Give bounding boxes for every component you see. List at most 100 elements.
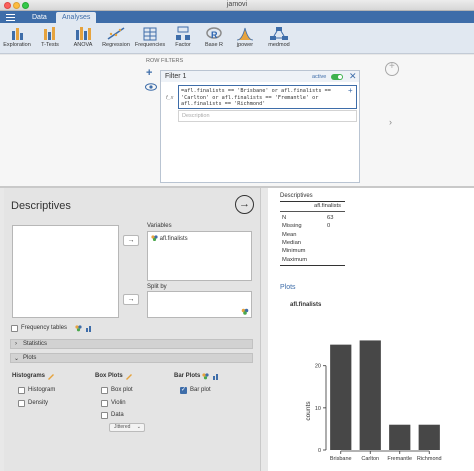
filter-header: Filter 1 active ✕ [161,71,359,82]
bar-plot-label: Bar plot [190,387,211,393]
tab-analyses[interactable]: Analyses [56,12,97,23]
filter-expression-input[interactable]: =afl.finalists == 'Brisbane' or afl.fina… [178,85,357,109]
statistics-section-header[interactable]: › Statistics [10,339,253,349]
density-checkbox[interactable] [18,400,25,407]
filter-title: Filter 1 [165,73,187,80]
anova-button[interactable]: ANOVA [66,25,100,52]
medmod-button[interactable]: medmod [262,25,296,52]
variables-list[interactable]: afl.finalists [147,231,252,281]
analysis-title: Descriptives [11,200,71,212]
variable-type-icon [241,308,249,315]
table-row-label: Missing [282,223,302,230]
violin-checkbox[interactable] [101,400,108,407]
tab-data[interactable]: Data [26,12,53,23]
data-mode-value: Jittered [114,424,131,430]
base-r-button[interactable]: R Base R [197,25,231,52]
exploration-icon [12,28,23,40]
factor-button[interactable]: Factor [166,25,200,52]
active-toggle[interactable] [331,74,343,80]
add-expression-icon[interactable]: + [348,86,353,95]
hamburger-icon [6,14,15,15]
ttests-icon [44,27,55,40]
description-placeholder: Description [182,113,210,119]
close-icon[interactable]: ✕ [349,71,357,82]
variable-item-label: afl.finalists [159,236,188,242]
bar-plot-type-icons [202,373,218,380]
table-row-value: 0 [327,223,331,230]
eye-icon[interactable] [145,83,157,91]
table-row-label: Median [282,239,302,246]
filter-expression-text: =afl.finalists == 'Brisbane' or afl.fina… [181,88,331,107]
add-filter-button[interactable]: + [146,67,152,79]
main-menu-button[interactable] [4,12,18,22]
svg-text:R: R [211,30,218,40]
base-r-icon: R [206,27,222,40]
frequency-tables-checkbox[interactable] [11,325,18,332]
chevron-right-icon[interactable]: › [389,117,392,127]
window-title: jamovi [226,1,248,8]
factor-icon [176,26,190,40]
table-row-label: Maximum [282,256,308,263]
frequencies-button[interactable]: Frequencies [133,25,167,52]
fx-icon: f_x [166,95,174,101]
chevron-right-icon: › [15,341,17,347]
split-by-list[interactable] [147,291,252,318]
row-filters-label: ROW FILTERS [146,58,184,64]
box-plot-label: Box plot [111,387,133,393]
results-panel: Descriptives afl.finalists N 63 Missing 0 Me… [268,188,474,471]
active-label: active [312,74,327,80]
plus-icon: + [389,61,395,72]
bar [330,344,352,450]
window-titlebar: jamovi [0,0,474,11]
filter-description-input[interactable]: Description [178,110,357,122]
x-tick-label: Carlton [361,456,379,462]
x-tick-label: Richmond [417,456,442,462]
filter-card: Filter 1 active ✕ f_x =afl.finalists == … [160,70,360,183]
jpower-button[interactable]: jpower [228,25,262,52]
chevron-down-icon: ⌄ [136,424,141,430]
bar-plot-checkbox[interactable] [180,386,187,394]
regression-icon [107,27,125,40]
analysis-options-panel: Descriptives → Variables → afl.finalists… [4,188,261,471]
bar [359,340,381,450]
histogram-checkbox[interactable] [18,387,25,394]
anova-icon [76,27,91,40]
data-mode-select[interactable]: Jittered ⌄ [109,423,145,432]
frequencies-icon [143,27,157,41]
regression-button[interactable]: Regression [99,25,133,52]
exploration-button[interactable]: Exploration [0,25,34,52]
density-label: Density [28,400,49,406]
plots-section-header[interactable]: ⌄ Plots [10,353,253,363]
nominal-variable-icon [151,235,158,242]
jpower-icon [236,27,254,41]
ttests-button[interactable]: T-Tests [33,25,67,52]
plots-title: Plots [280,284,296,291]
y-tick-label: 10 [315,406,321,412]
data-checkbox[interactable] [101,412,108,419]
go-to-results-button[interactable]: → [235,195,254,214]
y-axis-label: counts [305,401,312,421]
frequency-type-icons [75,325,91,332]
move-to-split-by-button[interactable]: → [123,294,139,305]
table-row-label: N [282,215,287,221]
medmod-icon [270,27,288,40]
add-new-filter-button[interactable]: + [385,61,399,76]
x-tick-label: Brisbane [330,456,352,462]
chevron-down-icon: ⌄ [14,356,20,362]
bar [389,424,411,450]
table-row-label: Mean [282,231,297,238]
source-variable-list[interactable] [12,225,119,318]
data-label: Data [111,412,124,418]
ruler-icon [126,374,132,380]
split-by-label: Split by [147,284,167,290]
variables-label: Variables [147,223,172,229]
ruler-icon [48,374,54,380]
frequency-tables-label: Frequency tables [21,325,68,331]
variable-item[interactable]: afl.finalists [151,235,188,242]
results-title: Descriptives [280,193,313,199]
box-plot-checkbox[interactable] [101,387,108,394]
violin-label: Violin [111,400,126,406]
bar-plots-group-title: Bar Plots [174,373,201,379]
move-to-variables-button[interactable]: → [123,235,139,246]
data-pane: ROW FILTERS + Filter 1 active ✕ f_x =afl… [0,55,474,186]
